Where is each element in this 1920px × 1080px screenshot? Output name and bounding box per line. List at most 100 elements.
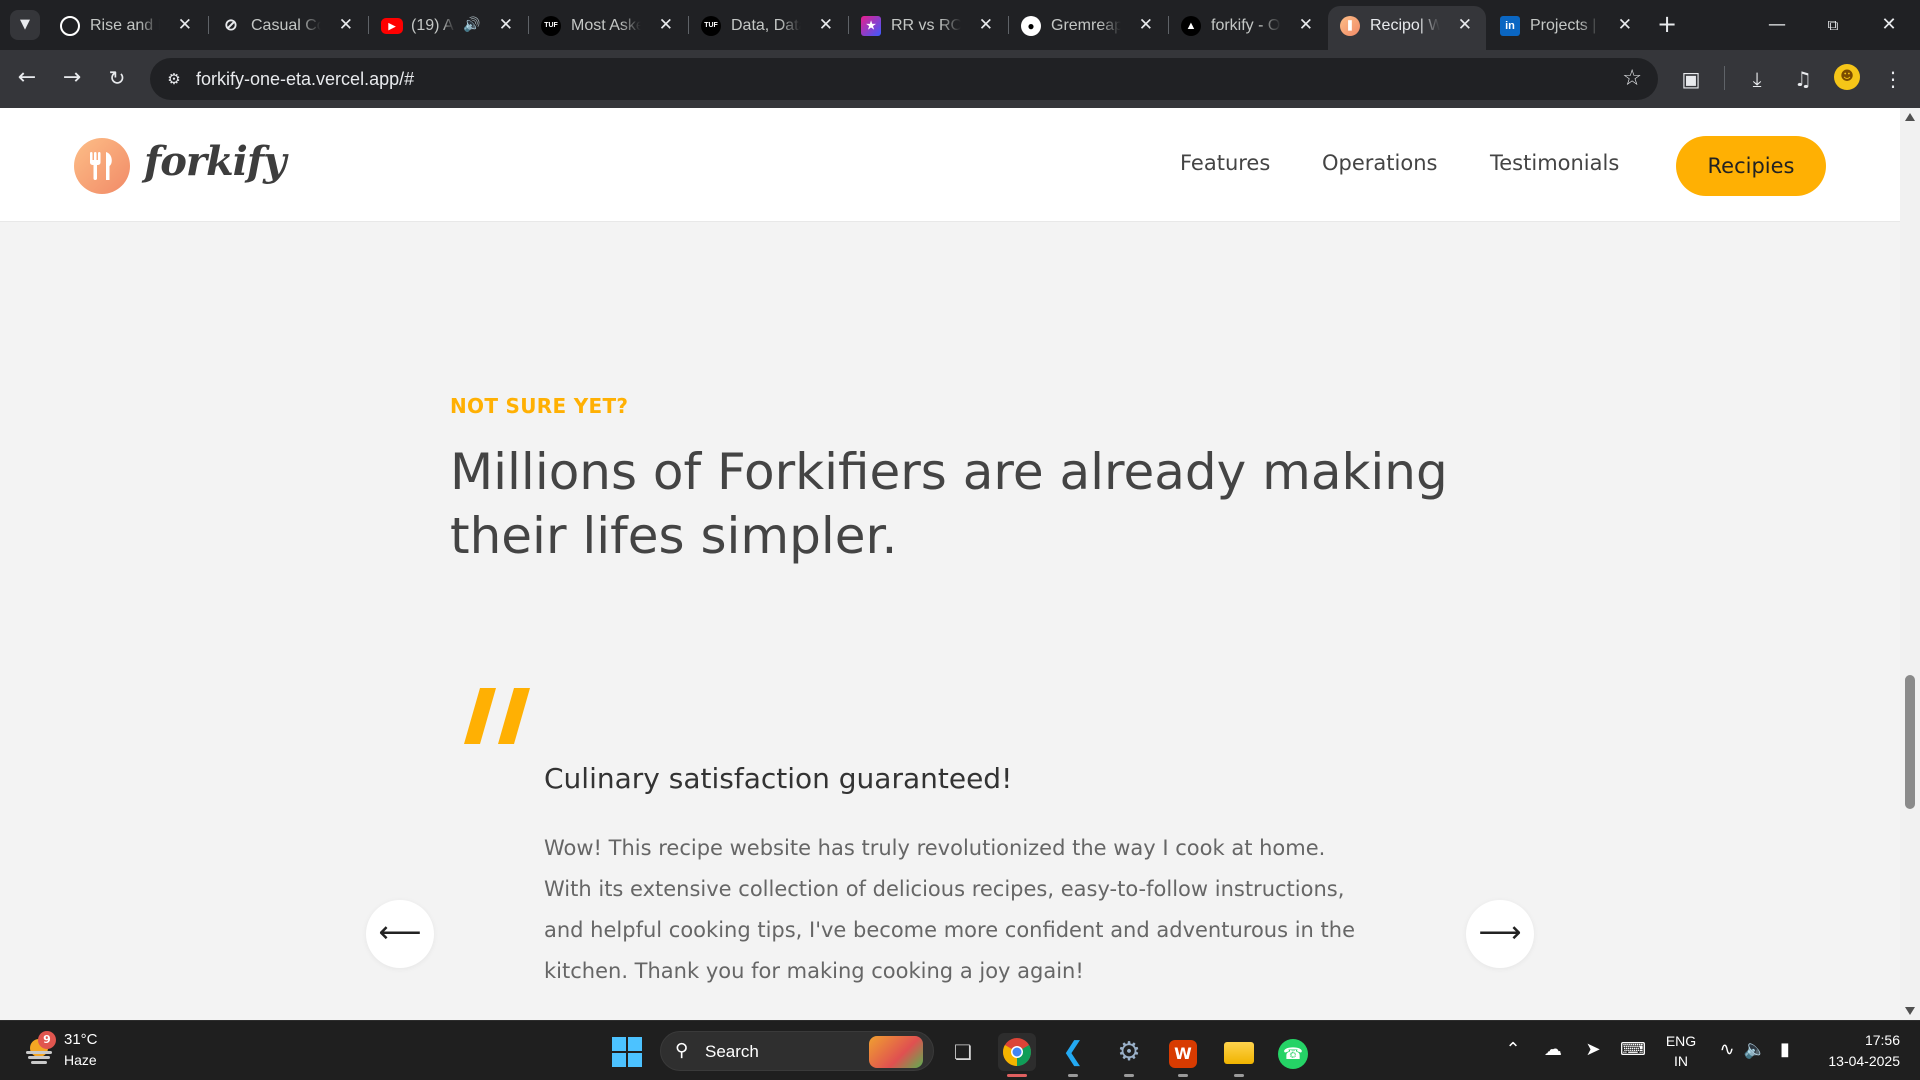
taskbar-search[interactable]: ⚲ Search (660, 1031, 934, 1071)
toolbar-separator (1724, 66, 1725, 90)
tab-4[interactable]: TUF Most Aske ✕ (529, 8, 687, 42)
close-icon[interactable]: ✕ (979, 15, 993, 35)
keyboard-icon[interactable]: ⌨ (1620, 1039, 1646, 1060)
nav-link-operations[interactable]: Operations (1322, 151, 1437, 175)
chevron-up-icon[interactable]: ⌃ (1500, 1039, 1526, 1060)
close-icon[interactable]: ✕ (819, 15, 833, 35)
profile-avatar[interactable]: ☻ (1834, 64, 1860, 90)
youtube-icon: ▶ (381, 18, 403, 34)
tab-title: Recipo| W (1370, 17, 1440, 34)
site-info-icon[interactable]: ⚙ (162, 67, 186, 91)
scroll-down-arrow-icon[interactable] (1905, 1007, 1915, 1015)
download-icon[interactable]: ⤓ (1742, 64, 1772, 94)
close-icon[interactable]: ✕ (178, 15, 192, 35)
weather-condition[interactable]: Haze (64, 1052, 97, 1068)
restore-button[interactable]: ⧉ (1808, 8, 1858, 42)
volume-icon[interactable]: 🔈 (1742, 1039, 1768, 1060)
tab-6[interactable]: ★ RR vs RCB ✕ (849, 8, 1007, 42)
page-viewport: forkify Features Operations Testimonials… (0, 108, 1900, 1020)
nav-link-testimonials[interactable]: Testimonials (1490, 151, 1619, 175)
testimonial-title: Culinary satisfaction guaranteed! (544, 762, 1013, 795)
tab-8[interactable]: ▲ forkify - O ✕ (1169, 8, 1327, 42)
forkify-logo-icon[interactable] (74, 138, 130, 194)
tuf-icon: TUF (701, 16, 721, 36)
close-icon[interactable]: ✕ (499, 15, 513, 35)
section-kicker: NOT SURE YET? (450, 394, 629, 418)
tab-2[interactable]: ⊘ Casual Con ✕ (209, 8, 367, 42)
tab-title: Data, Data (731, 17, 801, 34)
slider-prev-button[interactable]: ⟵ (366, 900, 434, 968)
tab-5[interactable]: TUF Data, Data ✕ (689, 8, 847, 42)
folder-icon[interactable] (1220, 1033, 1258, 1077)
reload-button[interactable]: ↻ (100, 62, 134, 96)
tab-3[interactable]: ▶ (19) An 🔊 ✕ (369, 8, 527, 42)
task-view-icon[interactable]: ❏ (944, 1033, 982, 1071)
tab-title: RR vs RCB (891, 17, 961, 34)
notification-badge: 9 (38, 1031, 56, 1049)
tab-title: Gremreape (1051, 17, 1121, 34)
language-indicator[interactable]: ENG IN (1664, 1031, 1698, 1071)
close-icon[interactable]: ✕ (1458, 15, 1472, 35)
speaker-icon[interactable]: 🔊 (463, 16, 480, 33)
battery-icon[interactable]: ▮ (1772, 1039, 1798, 1060)
search-icon: ⚲ (675, 1040, 689, 1061)
windows-taskbar: 9 31°C Haze ⚲ Search ❏ ❮ ⚙ W ☎ ⌃ ☁ ➤ ⌨ E… (0, 1020, 1920, 1080)
tab-title: Casual Con (251, 17, 321, 34)
scroll-up-arrow-icon[interactable] (1905, 113, 1915, 121)
settings-icon[interactable]: ⚙ (1110, 1033, 1148, 1077)
menu-kebab-icon[interactable]: ⋮ (1878, 64, 1908, 94)
tab-title: (19) An (411, 17, 455, 34)
url-text[interactable]: forkify-one-eta.vercel.app/# (196, 69, 414, 90)
close-icon[interactable]: ✕ (1618, 15, 1632, 35)
browser-toolbar: ← → ↻ ⚙ forkify-one-eta.vercel.app/# ☆ ▣… (0, 50, 1920, 108)
windows-start-icon[interactable] (612, 1037, 642, 1067)
headline-line-2: their lifes simpler. (450, 507, 898, 565)
openai-icon (60, 16, 80, 36)
minimize-button[interactable]: — (1752, 8, 1802, 42)
cricket-icon: ★ (861, 16, 881, 36)
bookmark-star-icon[interactable]: ☆ (1622, 66, 1642, 91)
close-icon[interactable]: ✕ (339, 15, 353, 35)
extensions-icon[interactable]: ▣ (1676, 64, 1706, 94)
close-window-button[interactable]: ✕ (1864, 8, 1914, 42)
headline-line-1: Millions of Forkifiers are already makin… (450, 443, 1448, 501)
office-icon[interactable]: W (1164, 1033, 1202, 1077)
onedrive-icon[interactable]: ☁ (1540, 1039, 1566, 1060)
github-icon: ● (1021, 16, 1041, 36)
close-icon[interactable]: ✕ (1139, 15, 1153, 35)
forkify-icon: ❚ (1340, 16, 1360, 36)
page-scrollbar[interactable] (1900, 108, 1920, 1020)
clock-date: 13-04-2025 (1828, 1053, 1900, 1069)
tab-10[interactable]: in Projects | ( ✕ (1488, 8, 1646, 42)
scroll-thumb[interactable] (1905, 675, 1915, 809)
quote-mark-icon (462, 688, 534, 748)
vscode-icon[interactable]: ❮ (1054, 1033, 1092, 1077)
testimonial-text: Wow! This recipe website has truly revol… (544, 836, 1356, 983)
close-icon[interactable]: ✕ (1299, 15, 1313, 35)
location-arrow-icon[interactable]: ➤ (1580, 1039, 1606, 1060)
close-icon[interactable]: ✕ (659, 15, 673, 35)
tab-title: Most Aske (571, 17, 641, 34)
recipes-cta-button[interactable]: Recipies (1676, 136, 1826, 196)
system-clock[interactable]: 17:56 13-04-2025 (1806, 1030, 1900, 1072)
wifi-icon[interactable]: ∿ (1714, 1039, 1740, 1060)
weather-temperature[interactable]: 31°C (64, 1031, 98, 1048)
tab-search-dropdown-icon[interactable]: ▼ (10, 10, 40, 40)
search-label: Search (705, 1042, 759, 1061)
forward-button[interactable]: → (55, 62, 89, 96)
tab-7[interactable]: ● Gremreape ✕ (1009, 8, 1167, 42)
whatsapp-icon[interactable]: ☎ (1274, 1033, 1312, 1071)
chrome-icon[interactable] (998, 1033, 1036, 1077)
tab-9-active[interactable]: ❚ Recipo| W ✕ (1328, 6, 1486, 50)
logo-wordmark[interactable]: forkify (144, 138, 286, 185)
media-control-icon[interactable]: ♫ (1788, 64, 1818, 94)
leaf-icon: ⊘ (224, 17, 238, 34)
nav-link-features[interactable]: Features (1180, 151, 1270, 175)
tab-1[interactable]: Rise and Fi ✕ (48, 8, 206, 42)
browser-tab-strip: ▼ Rise and Fi ✕ ⊘ Casual Con ✕ ▶ (19) An… (0, 0, 1920, 50)
new-tab-button[interactable]: + (1652, 10, 1682, 40)
slider-next-button[interactable]: ⟶ (1466, 900, 1534, 968)
address-bar[interactable]: ⚙ forkify-one-eta.vercel.app/# ☆ (150, 58, 1658, 100)
tab-title: Projects | ( (1530, 17, 1600, 34)
back-button[interactable]: ← (10, 62, 44, 96)
